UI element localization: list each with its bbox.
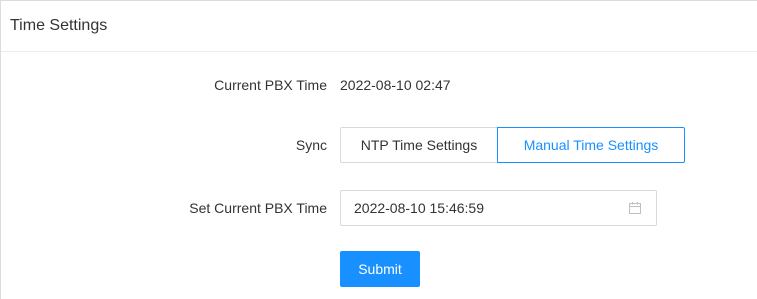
submit-button[interactable]: Submit — [340, 251, 420, 287]
set-current-pbx-time-label: Set Current PBX Time — [189, 200, 327, 216]
panel-title: Time Settings — [10, 17, 108, 34]
date-picker-value: 2022-08-10 15:46:59 — [354, 200, 484, 216]
sync-mode-toggle: NTP Time Settings Manual Time Settings — [340, 127, 685, 163]
current-pbx-time-label: Current PBX Time — [214, 77, 327, 93]
pbx-time-date-picker[interactable]: 2022-08-10 15:46:59 — [340, 190, 657, 226]
ntp-time-settings-button[interactable]: NTP Time Settings — [340, 127, 498, 163]
calendar-icon[interactable] — [629, 202, 641, 214]
time-settings-panel: Time Settings Current PBX Time 2022-08-1… — [0, 0, 757, 299]
manual-time-settings-button[interactable]: Manual Time Settings — [497, 127, 685, 163]
panel-header: Time Settings — [1, 1, 757, 52]
current-pbx-time-value: 2022-08-10 02:47 — [340, 77, 451, 93]
sync-label: Sync — [295, 137, 327, 153]
